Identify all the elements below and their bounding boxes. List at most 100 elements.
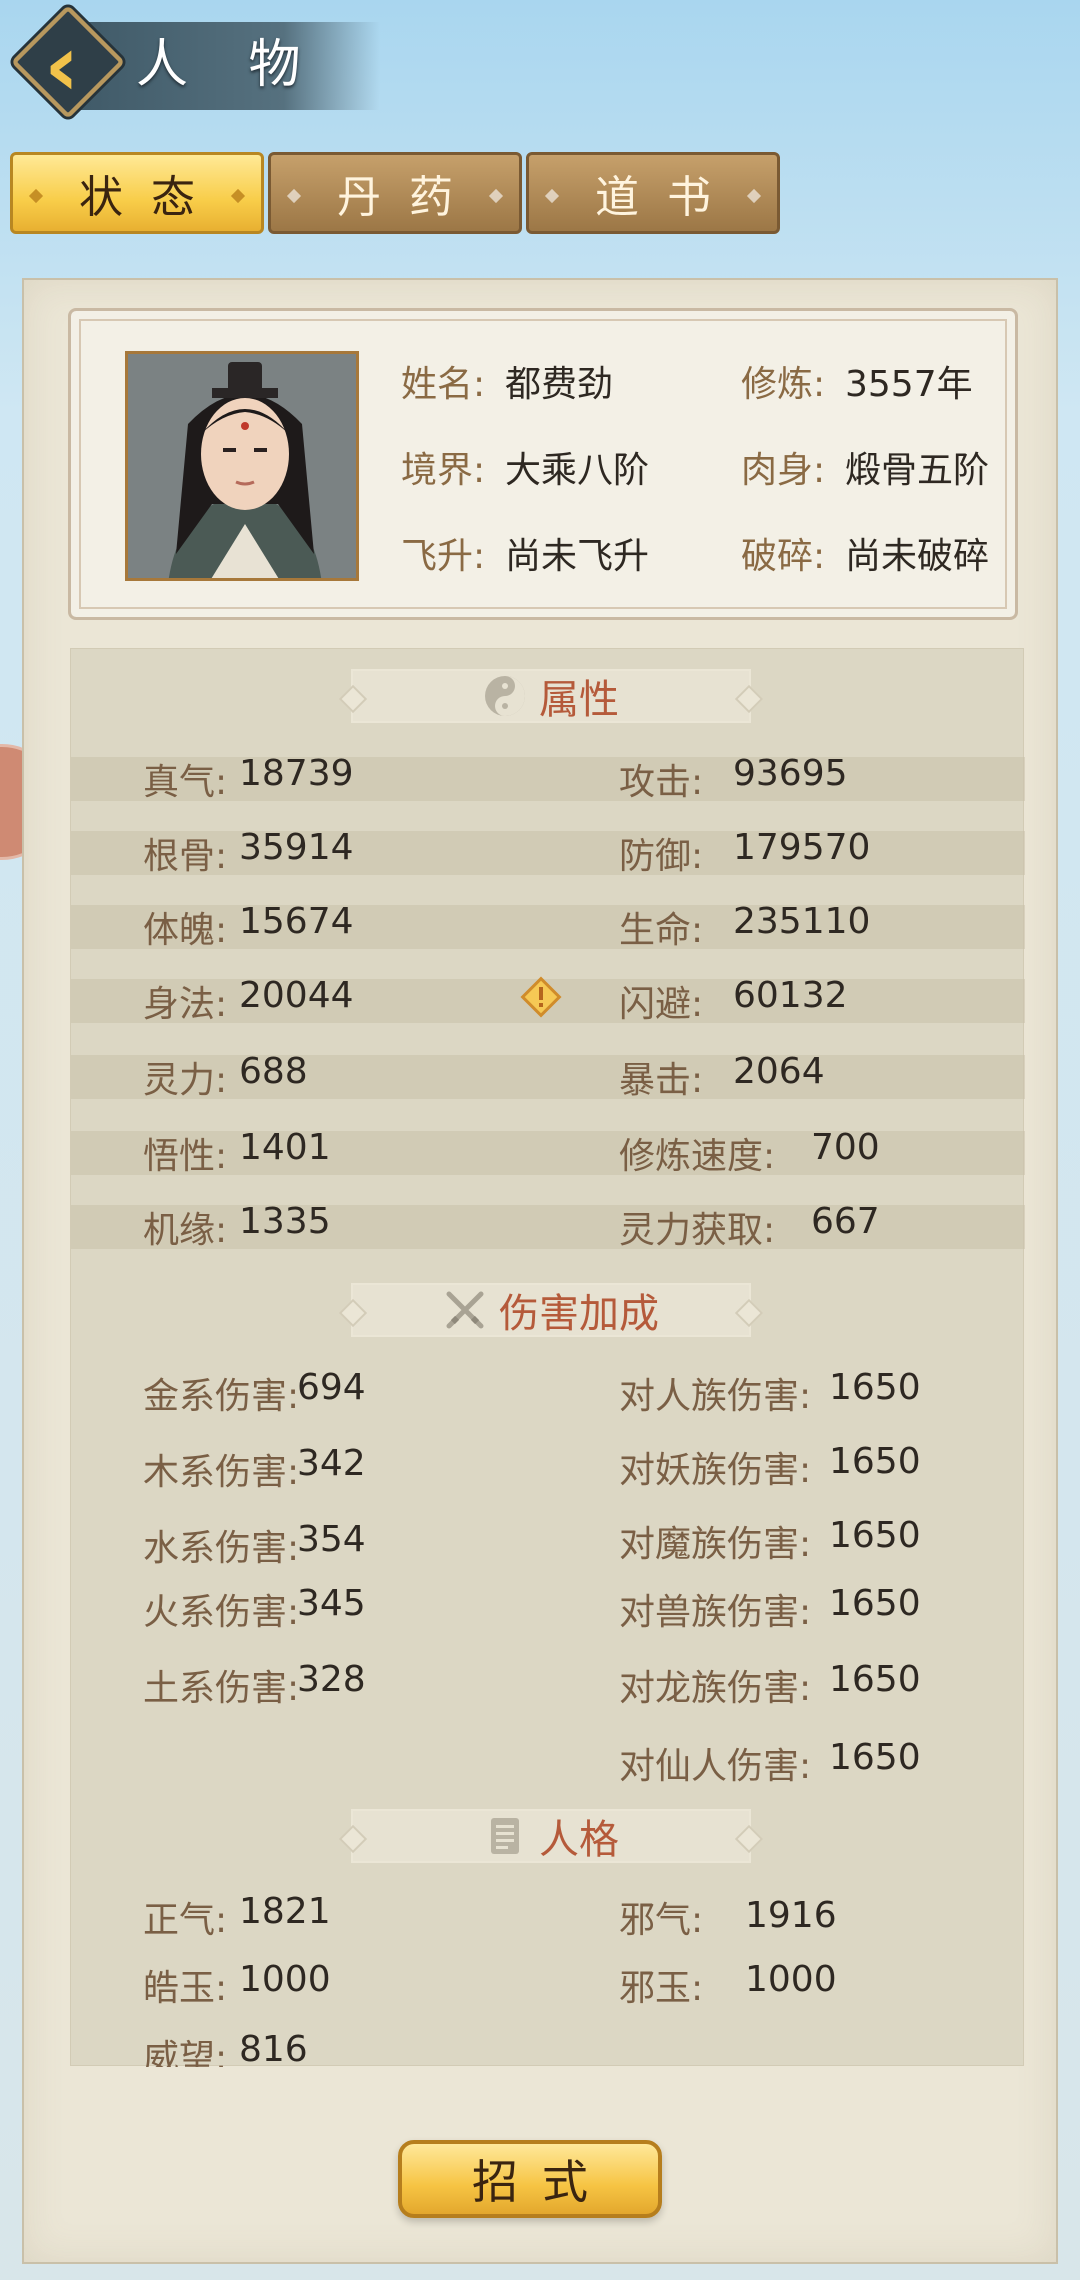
break-label: 破碎: <box>741 536 826 577</box>
avatar[interactable] <box>125 351 359 581</box>
name-label: 姓名: <box>401 364 486 405</box>
stat-label: 灵力: <box>143 1060 228 1101</box>
realm-label: 境界: <box>401 450 486 491</box>
stat-value: 1821 <box>239 1891 331 1932</box>
stat-value: 1650 <box>829 1659 921 1700</box>
body-label: 肉身: <box>741 450 826 491</box>
stat-label: 木系伤害: <box>143 1452 300 1493</box>
personality-header: 人格 <box>351 1809 751 1863</box>
stat-value: 2064 <box>733 1051 825 1092</box>
damage-title: 伤害加成 <box>499 1291 659 1337</box>
page-title: 人 物 <box>136 35 323 95</box>
stat-label: 土系伤害: <box>143 1668 300 1709</box>
stat-value: 1650 <box>829 1583 921 1624</box>
damage-header: 伤害加成 <box>351 1283 751 1337</box>
tab-ornament <box>746 188 762 204</box>
stats-viewport: 属性 真气: 18739 根骨: 35914 体魄: 15674 身法: 200… <box>71 649 1025 2067</box>
stat-label: 闪避: <box>619 984 704 1025</box>
stat-value: 667 <box>811 1201 880 1242</box>
stat-value: 1000 <box>239 1959 331 2000</box>
chevron-left-icon[interactable]: ‹ <box>44 23 104 109</box>
stat-value: 35914 <box>239 827 354 868</box>
stat-value: 688 <box>239 1051 308 1092</box>
tab-ornament <box>488 188 504 204</box>
stat-value: 342 <box>297 1443 366 1484</box>
stat-value: 354 <box>297 1519 366 1560</box>
tab-pills[interactable]: 丹药 <box>268 152 522 234</box>
stat-label: 修炼速度: <box>619 1136 776 1177</box>
stat-label: 水系伤害: <box>143 1528 300 1569</box>
stat-label: 身法: <box>143 984 228 1025</box>
stats-scroll-area[interactable]: 属性 真气: 18739 根骨: 35914 体魄: 15674 身法: 200… <box>70 648 1025 2067</box>
profile-card: 姓名: 都费劲 修炼: 3557年 境界: 大乘八阶 肉身: 煅骨五阶 飞升: … <box>68 308 1018 620</box>
character-portrait-icon <box>128 354 356 578</box>
tab-status[interactable]: 状态 <box>10 152 264 234</box>
stat-value: 235110 <box>733 901 871 942</box>
stat-label: 暴击: <box>619 1060 704 1101</box>
stat-label: 悟性: <box>143 1136 228 1177</box>
stat-value: 1650 <box>829 1515 921 1556</box>
stat-label: 对妖族伤害: <box>619 1450 812 1491</box>
tab-bar: 状态 丹药 道书 <box>10 152 780 234</box>
scroll-icon <box>491 1818 519 1854</box>
stat-value: 1401 <box>239 1127 331 1168</box>
stat-label: 根骨: <box>143 836 228 877</box>
stat-label: 金系伤害: <box>143 1376 300 1417</box>
tab-label: 状态 <box>79 172 223 223</box>
name-value: 都费劲 <box>505 364 614 405</box>
break-value: 尚未破碎 <box>845 536 990 577</box>
stat-value: 15674 <box>239 901 354 942</box>
stat-value: 179570 <box>733 827 871 868</box>
character-panel: 姓名: 都费劲 修炼: 3557年 境界: 大乘八阶 肉身: 煅骨五阶 飞升: … <box>22 278 1058 2264</box>
crossed-swords-icon <box>446 1291 484 1329</box>
stat-label: 体魄: <box>143 910 228 951</box>
stat-value: 18739 <box>239 753 354 794</box>
body-value: 煅骨五阶 <box>845 450 990 491</box>
stat-value: 1000 <box>745 1959 837 2000</box>
stat-label: 皓玉: <box>143 1968 228 2009</box>
stat-value: 345 <box>297 1583 366 1624</box>
stat-value: 93695 <box>733 753 848 794</box>
stat-label: 对兽族伤害: <box>619 1592 812 1633</box>
tab-ornament <box>544 188 560 204</box>
stat-value: 816 <box>239 2029 308 2067</box>
stat-label: 威望: <box>143 2038 228 2067</box>
cultivate-value: 3557年 <box>845 364 973 405</box>
stat-value: 60132 <box>733 975 848 1016</box>
tab-label: 丹药 <box>337 172 481 223</box>
ascend-value: 尚未飞升 <box>505 536 650 577</box>
warning-diamond-icon[interactable] <box>519 975 563 1019</box>
stat-label: 真气: <box>143 762 228 803</box>
tab-ornament <box>286 188 302 204</box>
stat-label: 对人族伤害: <box>619 1376 812 1417</box>
stat-label: 机缘: <box>143 1210 228 1251</box>
tab-books[interactable]: 道书 <box>526 152 780 234</box>
ascend-label: 飞升: <box>401 536 486 577</box>
stat-label: 火系伤害: <box>143 1592 300 1633</box>
stat-label: 防御: <box>619 836 704 877</box>
stat-label: 生命: <box>619 910 704 951</box>
stat-label: 邪气: <box>619 1900 704 1941</box>
skills-button[interactable]: 招式 <box>398 2140 662 2218</box>
stat-label: 对魔族伤害: <box>619 1524 812 1565</box>
stat-label: 灵力获取: <box>619 1210 776 1251</box>
tab-label: 道书 <box>595 172 739 223</box>
realm-value: 大乘八阶 <box>505 450 650 491</box>
attributes-title: 属性 <box>539 677 619 723</box>
stat-label: 对龙族伤害: <box>619 1668 812 1709</box>
stat-value: 1335 <box>239 1201 331 1242</box>
stat-value: 1650 <box>829 1367 921 1408</box>
attributes-header: 属性 <box>351 669 751 723</box>
stat-label: 邪玉: <box>619 1968 704 2009</box>
stat-value: 1916 <box>745 1895 837 1936</box>
stat-value: 700 <box>811 1127 880 1168</box>
stat-value: 694 <box>297 1367 366 1408</box>
cultivate-label: 修炼: <box>741 364 826 405</box>
stat-label: 正气: <box>143 1900 228 1941</box>
tab-ornament <box>28 188 44 204</box>
tab-ornament <box>230 188 246 204</box>
stat-value: 20044 <box>239 975 354 1016</box>
stat-label: 对仙人伤害: <box>619 1746 812 1787</box>
stat-value: 1650 <box>829 1441 921 1482</box>
stat-value: 1650 <box>829 1737 921 1778</box>
